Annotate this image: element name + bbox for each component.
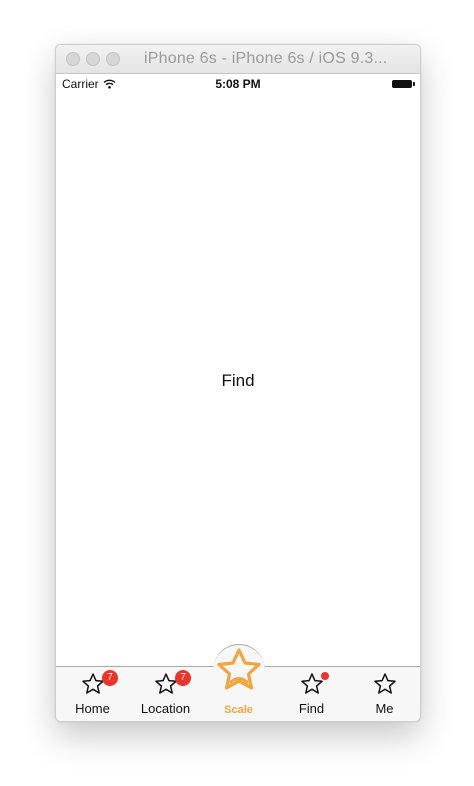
tab-find-label: Find bbox=[298, 701, 325, 716]
tab-home-badge: 7 bbox=[102, 670, 118, 686]
tab-location-badge: 7 bbox=[175, 670, 191, 686]
zoom-window-button[interactable] bbox=[106, 52, 120, 66]
tab-home-label: Home bbox=[75, 701, 110, 716]
tab-me-label: Me bbox=[375, 701, 394, 716]
tab-scale-label: Scale bbox=[224, 704, 253, 716]
tab-bar: 7 Home 7 Location Scale Find Me bbox=[56, 644, 420, 721]
tab-location-label: Location bbox=[140, 701, 191, 716]
tab-find[interactable]: Find bbox=[275, 667, 348, 721]
battery-icon bbox=[392, 80, 415, 88]
minimize-window-button[interactable] bbox=[86, 52, 100, 66]
close-window-button[interactable] bbox=[66, 52, 80, 66]
tab-me[interactable]: Me bbox=[348, 667, 420, 721]
status-time: 5:08 PM bbox=[215, 77, 261, 91]
simulator-window: iPhone 6s - iPhone 6s / iOS 9.3... Carri… bbox=[55, 44, 421, 722]
title-bar: iPhone 6s - iPhone 6s / iOS 9.3... bbox=[56, 45, 420, 74]
status-bar: Carrier 5:08 PM bbox=[56, 74, 420, 94]
star-outline-icon bbox=[374, 673, 396, 694]
content-label: Find bbox=[221, 371, 255, 390]
tab-find-dot bbox=[321, 672, 329, 680]
window-title: iPhone 6s - iPhone 6s / iOS 9.3... bbox=[144, 50, 388, 67]
main-content: Find bbox=[56, 94, 420, 666]
tab-home[interactable]: 7 Home bbox=[56, 667, 129, 721]
tab-scale[interactable]: Scale bbox=[202, 644, 275, 721]
tab-location[interactable]: 7 Location bbox=[129, 667, 202, 721]
star-bubble-icon bbox=[217, 648, 261, 690]
